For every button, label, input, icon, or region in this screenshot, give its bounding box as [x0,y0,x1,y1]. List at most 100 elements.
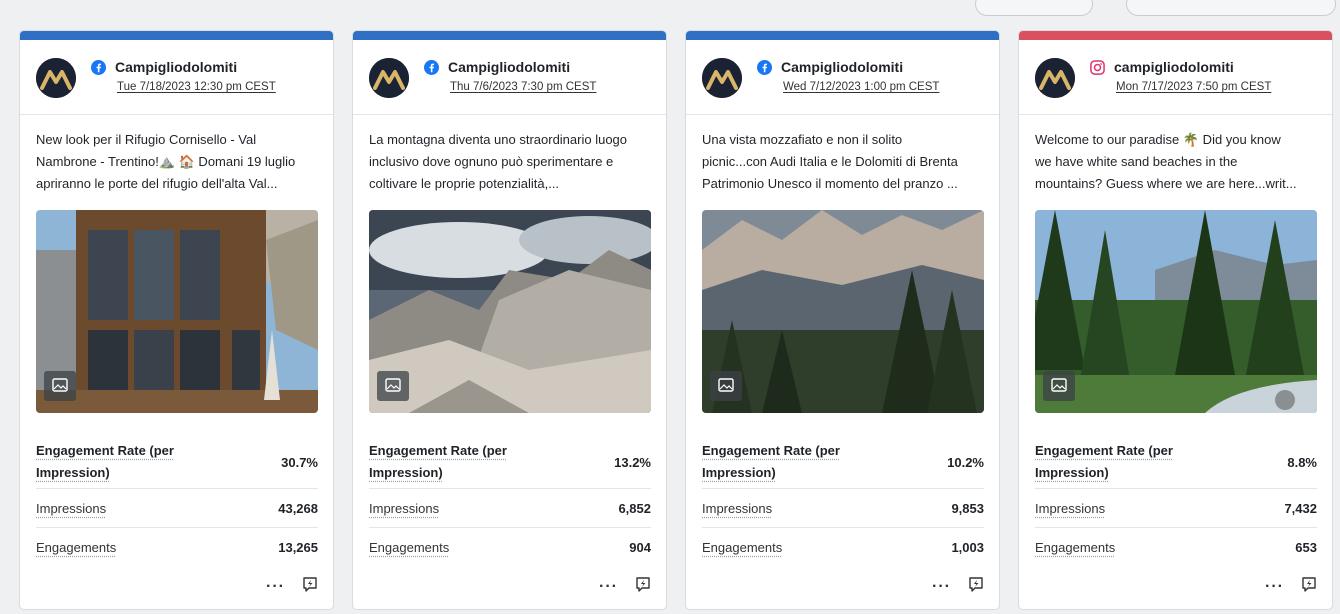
post-card[interactable]: Campigliodolomiti Thu 7/6/2023 7:30 pm C… [352,30,667,610]
facebook-icon [91,60,106,75]
post-text-line: La montagna diventa uno straordinario lu… [369,132,628,147]
post-header: Campigliodolomiti Thu 7/6/2023 7:30 pm C… [353,40,666,115]
post-photo[interactable] [702,210,984,413]
post-header: Campigliodolomiti Tue 7/18/2023 12:30 pm… [20,40,333,115]
metrics-list: Engagement Rate (per Impression) 8.8% Im… [1035,436,1317,566]
metric-value: 10.2% [947,454,984,470]
metrics-list: Engagement Rate (per Impression) 10.2% I… [702,436,984,566]
post-date-link[interactable]: Mon 7/17/2023 7:50 pm CEST [1116,81,1271,93]
metric-label[interactable]: Engagement Rate (per Impression) [1035,440,1205,484]
post-photo[interactable] [1035,210,1317,413]
metric-row: Engagement Rate (per Impression) 13.2% [369,436,651,489]
post-text: New look per il Rifugio Cornisello - Val… [36,129,322,195]
post-text-line: we have white sand beaches in the [1035,154,1238,169]
network-color-bar [353,31,666,40]
metric-row: Engagement Rate (per Impression) 10.2% [702,436,984,489]
network-color-bar [20,31,333,40]
metric-value: 43,268 [278,500,318,516]
network-color-bar [1019,31,1332,40]
image-icon [710,371,742,401]
filter-button[interactable] [975,0,1093,16]
post-date-link[interactable]: Wed 7/12/2023 1:00 pm CEST [783,81,939,93]
metric-label[interactable]: Engagement Rate (per Impression) [702,440,872,484]
card-actions: ··· [599,575,652,598]
account-name[interactable]: Campigliodolomiti [115,59,237,75]
post-header: campigliodolomiti Mon 7/17/2023 7:50 pm … [1019,40,1332,115]
metric-label[interactable]: Engagements [1035,540,1115,555]
metric-label[interactable]: Impressions [369,501,439,516]
metrics-list: Engagement Rate (per Impression) 30.7% I… [36,436,318,566]
post-text-line: picnic...con Audi Italia e le Dolomiti d… [702,154,958,169]
metrics-list: Engagement Rate (per Impression) 13.2% I… [369,436,651,566]
avatar[interactable] [36,58,76,98]
metric-label[interactable]: Impressions [36,501,106,516]
metric-value: 1,003 [951,539,984,555]
boost-post-icon[interactable] [967,575,985,598]
metric-row: Impressions 43,268 [36,489,318,528]
account-name[interactable]: Campigliodolomiti [448,59,570,75]
more-options-icon[interactable]: ··· [266,578,285,596]
account-name[interactable]: campigliodolomiti [1114,59,1234,75]
metric-label[interactable]: Engagements [369,540,449,555]
image-icon [44,371,76,401]
post-text-line: apriranno le porte del rifugio dell'alta… [36,176,278,191]
metric-row: Impressions 9,853 [702,489,984,528]
metric-value: 13,265 [278,539,318,555]
metric-row: Engagements 13,265 [36,528,318,566]
metric-label[interactable]: Engagements [36,540,116,555]
metric-label[interactable]: Impressions [1035,501,1105,516]
card-actions: ··· [932,575,985,598]
post-text-line: Welcome to our paradise 🌴 Did you know [1035,132,1281,147]
boost-post-icon[interactable] [301,575,319,598]
post-text-line: Nambrone - Trentino!⛰️ 🏠 Domani 19 lugli… [36,154,296,169]
metric-value: 30.7% [281,454,318,470]
post-text-line: Patrimonio Unesco il momento del pranzo … [702,176,958,191]
metric-value: 653 [1295,539,1317,555]
card-actions: ··· [266,575,319,598]
facebook-icon [757,60,772,75]
metric-value: 904 [629,539,651,555]
post-text: Welcome to our paradise 🌴 Did you know w… [1035,129,1321,195]
post-photo[interactable] [36,210,318,413]
image-icon [1043,371,1075,401]
post-text-line: New look per il Rifugio Cornisello - Val [36,132,257,147]
metric-label[interactable]: Engagement Rate (per Impression) [36,440,206,484]
boost-post-icon[interactable] [1300,575,1318,598]
sort-dropdown[interactable] [1126,0,1336,16]
boost-post-icon[interactable] [634,575,652,598]
post-card[interactable]: Campigliodolomiti Tue 7/18/2023 12:30 pm… [19,30,334,610]
post-date-link[interactable]: Thu 7/6/2023 7:30 pm CEST [450,81,596,93]
post-card[interactable]: Campigliodolomiti Wed 7/12/2023 1:00 pm … [685,30,1000,610]
account-name[interactable]: Campigliodolomiti [781,59,903,75]
instagram-icon [1090,60,1105,75]
facebook-icon [424,60,439,75]
metric-row: Impressions 6,852 [369,489,651,528]
post-date-link[interactable]: Tue 7/18/2023 12:30 pm CEST [117,81,276,93]
image-icon [377,371,409,401]
avatar[interactable] [1035,58,1075,98]
post-header: Campigliodolomiti Wed 7/12/2023 1:00 pm … [686,40,999,115]
metric-value: 9,853 [951,500,984,516]
more-options-icon[interactable]: ··· [932,578,951,596]
metric-row: Engagements 1,003 [702,528,984,566]
avatar[interactable] [369,58,409,98]
post-photo[interactable] [369,210,651,413]
more-options-icon[interactable]: ··· [599,578,618,596]
metric-label[interactable]: Engagements [702,540,782,555]
metric-row: Impressions 7,432 [1035,489,1317,528]
post-text: La montagna diventa uno straordinario lu… [369,129,655,195]
card-actions: ··· [1265,575,1318,598]
metric-row: Engagement Rate (per Impression) 30.7% [36,436,318,489]
metric-label[interactable]: Impressions [702,501,772,516]
metric-value: 13.2% [614,454,651,470]
more-options-icon[interactable]: ··· [1265,578,1284,596]
post-text-line: inclusivo dove ognuno può sperimentare e [369,154,614,169]
network-color-bar [686,31,999,40]
post-text-line: coltivare le proprie potenzialità,... [369,176,560,191]
metric-value: 6,852 [618,500,651,516]
metric-row: Engagements 653 [1035,528,1317,566]
post-text-line: mountains? Guess where we are here...wri… [1035,176,1297,191]
metric-label[interactable]: Engagement Rate (per Impression) [369,440,539,484]
avatar[interactable] [702,58,742,98]
post-card[interactable]: campigliodolomiti Mon 7/17/2023 7:50 pm … [1018,30,1333,610]
